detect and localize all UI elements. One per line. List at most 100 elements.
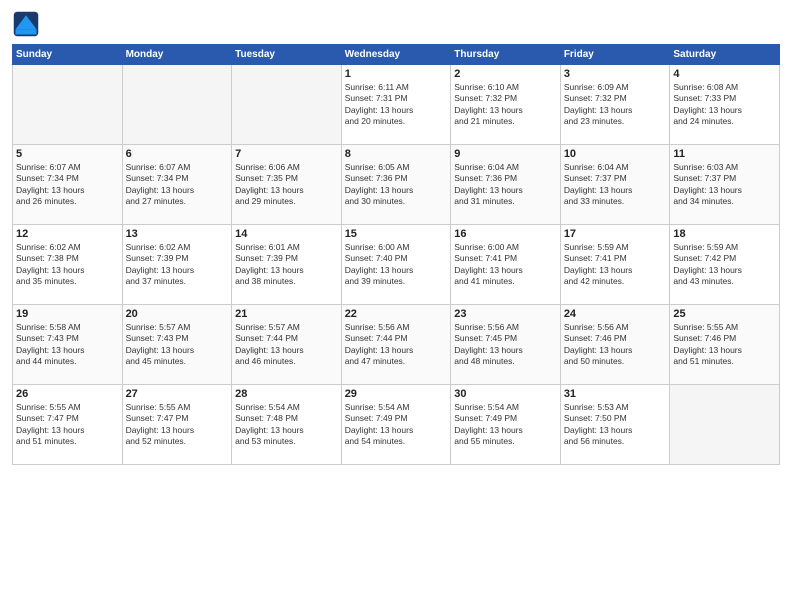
day-number: 11	[673, 148, 776, 160]
day-number: 4	[673, 68, 776, 80]
calendar-cell: 11 Sunrise: 6:03 AMSunset: 7:37 PMDayligh…	[670, 145, 780, 225]
calendar-cell: 23Sunrise: 5:56 AMSunset: 7:45 PMDayligh…	[451, 305, 561, 385]
day-info: Sunrise: 5:56 AMSunset: 7:44 PMDaylight:…	[345, 322, 448, 368]
calendar-cell: 27 Sunrise: 5:55 AMSunset: 7:47 PMDayligh…	[122, 385, 232, 465]
day-number: 7	[235, 148, 338, 160]
calendar-cell: 3 Sunrise: 6:09 AMSunset: 7:32 PMDaylight…	[560, 65, 670, 145]
calendar-cell: 21Sunrise: 5:57 AMSunset: 7:44 PMDayligh…	[232, 305, 342, 385]
day-number: 2	[454, 68, 557, 80]
calendar-cell: 20Sunrise: 5:57 AMSunset: 7:43 PMDayligh…	[122, 305, 232, 385]
calendar-cell	[122, 65, 232, 145]
day-info: Sunrise: 6:03 AMSunset: 7:37 PMDaylight:…	[673, 162, 776, 208]
calendar-cell: 2 Sunrise: 6:10 AMSunset: 7:32 PMDaylight…	[451, 65, 561, 145]
calendar-cell: 7 Sunrise: 6:06 AMSunset: 7:35 PMDaylight…	[232, 145, 342, 225]
day-number: 5	[16, 148, 119, 160]
day-info: Sunrise: 6:04 AMSunset: 7:37 PMDaylight:…	[564, 162, 667, 208]
calendar-cell: 25 Sunrise: 5:55 AMSunset: 7:46 PMDayligh…	[670, 305, 780, 385]
logo-icon	[12, 10, 40, 38]
calendar-cell	[232, 65, 342, 145]
day-info: Sunrise: 6:04 AMSunset: 7:36 PMDaylight:…	[454, 162, 557, 208]
day-number: 6	[126, 148, 229, 160]
day-number: 18	[673, 228, 776, 240]
day-number: 8	[345, 148, 448, 160]
calendar-cell: 28Sunrise: 5:54 AMSunset: 7:48 PMDayligh…	[232, 385, 342, 465]
day-info: Sunrise: 5:57 AMSunset: 7:44 PMDaylight:…	[235, 322, 338, 368]
day-info: Sunrise: 5:54 AMSunset: 7:49 PMDaylight:…	[345, 402, 448, 448]
weekday-header: Friday	[560, 45, 670, 65]
calendar-table: SundayMondayTuesdayWednesdayThursdayFrid…	[12, 44, 780, 465]
calendar-week-row: 19 Sunrise: 5:58 AMSunset: 7:43 PMDayligh…	[13, 305, 780, 385]
calendar-cell: 1 Sunrise: 6:11 AMSunset: 7:31 PMDaylight…	[341, 65, 451, 145]
day-number: 12	[16, 228, 119, 240]
day-info: Sunrise: 6:10 AMSunset: 7:32 PMDaylight:…	[454, 82, 557, 128]
day-number: 15	[345, 228, 448, 240]
day-number: 10	[564, 148, 667, 160]
day-info: Sunrise: 6:07 AMSunset: 7:34 PMDaylight:…	[126, 162, 229, 208]
calendar-week-row: 26Sunrise: 5:55 AMSunset: 7:47 PMDayligh…	[13, 385, 780, 465]
day-number: 9	[454, 148, 557, 160]
day-number: 27	[126, 388, 229, 400]
header	[12, 10, 780, 38]
calendar-cell: 22Sunrise: 5:56 AMSunset: 7:44 PMDayligh…	[341, 305, 451, 385]
day-info: Sunrise: 5:58 AMSunset: 7:43 PMDaylight:…	[16, 322, 119, 368]
day-number: 17	[564, 228, 667, 240]
calendar-cell: 12Sunrise: 6:02 AMSunset: 7:38 PMDayligh…	[13, 225, 123, 305]
day-number: 13	[126, 228, 229, 240]
day-number: 30	[454, 388, 557, 400]
page: SundayMondayTuesdayWednesdayThursdayFrid…	[0, 0, 792, 612]
calendar-cell: 18 Sunrise: 5:59 AMSunset: 7:42 PMDayligh…	[670, 225, 780, 305]
calendar-cell: 17 Sunrise: 5:59 AMSunset: 7:41 PMDayligh…	[560, 225, 670, 305]
day-number: 19	[16, 308, 119, 320]
weekday-header: Monday	[122, 45, 232, 65]
day-number: 23	[454, 308, 557, 320]
calendar-week-row: 5 Sunrise: 6:07 AMSunset: 7:34 PMDaylight…	[13, 145, 780, 225]
weekday-header: Thursday	[451, 45, 561, 65]
day-info: Sunrise: 5:54 AMSunset: 7:49 PMDaylight:…	[454, 402, 557, 448]
day-info: Sunrise: 5:55 AMSunset: 7:46 PMDaylight:…	[673, 322, 776, 368]
calendar-cell: 10 Sunrise: 6:04 AMSunset: 7:37 PMDayligh…	[560, 145, 670, 225]
day-info: Sunrise: 6:00 AMSunset: 7:41 PMDaylight:…	[454, 242, 557, 288]
day-info: Sunrise: 6:02 AMSunset: 7:39 PMDaylight:…	[126, 242, 229, 288]
calendar-cell: 8Sunrise: 6:05 AMSunset: 7:36 PMDaylight…	[341, 145, 451, 225]
calendar-cell: 24 Sunrise: 5:56 AMSunset: 7:46 PMDayligh…	[560, 305, 670, 385]
day-number: 28	[235, 388, 338, 400]
calendar-cell: 19 Sunrise: 5:58 AMSunset: 7:43 PMDayligh…	[13, 305, 123, 385]
weekday-header: Saturday	[670, 45, 780, 65]
day-number: 14	[235, 228, 338, 240]
weekday-header: Sunday	[13, 45, 123, 65]
weekday-header: Wednesday	[341, 45, 451, 65]
day-info: Sunrise: 6:00 AMSunset: 7:40 PMDaylight:…	[345, 242, 448, 288]
calendar-week-row: 1 Sunrise: 6:11 AMSunset: 7:31 PMDaylight…	[13, 65, 780, 145]
calendar-cell: 15 Sunrise: 6:00 AMSunset: 7:40 PMDayligh…	[341, 225, 451, 305]
calendar-cell: 30 Sunrise: 5:54 AMSunset: 7:49 PMDayligh…	[451, 385, 561, 465]
day-info: Sunrise: 6:11 AMSunset: 7:31 PMDaylight:…	[345, 82, 448, 128]
calendar-cell: 31 Sunrise: 5:53 AMSunset: 7:50 PMDayligh…	[560, 385, 670, 465]
day-info: Sunrise: 6:09 AMSunset: 7:32 PMDaylight:…	[564, 82, 667, 128]
calendar-cell: 6 Sunrise: 6:07 AMSunset: 7:34 PMDaylight…	[122, 145, 232, 225]
day-info: Sunrise: 5:53 AMSunset: 7:50 PMDaylight:…	[564, 402, 667, 448]
day-info: Sunrise: 5:59 AMSunset: 7:41 PMDaylight:…	[564, 242, 667, 288]
calendar-cell: 9 Sunrise: 6:04 AMSunset: 7:36 PMDaylight…	[451, 145, 561, 225]
day-info: Sunrise: 5:56 AMSunset: 7:46 PMDaylight:…	[564, 322, 667, 368]
calendar-cell: 4 Sunrise: 6:08 AMSunset: 7:33 PMDaylight…	[670, 65, 780, 145]
day-number: 3	[564, 68, 667, 80]
day-info: Sunrise: 6:01 AMSunset: 7:39 PMDaylight:…	[235, 242, 338, 288]
day-info: Sunrise: 5:57 AMSunset: 7:43 PMDaylight:…	[126, 322, 229, 368]
calendar-cell: 5Sunrise: 6:07 AMSunset: 7:34 PMDaylight…	[13, 145, 123, 225]
calendar-cell: 13 Sunrise: 6:02 AMSunset: 7:39 PMDayligh…	[122, 225, 232, 305]
calendar-cell: 14 Sunrise: 6:01 AMSunset: 7:39 PMDayligh…	[232, 225, 342, 305]
day-info: Sunrise: 5:55 AMSunset: 7:47 PMDaylight:…	[126, 402, 229, 448]
day-info: Sunrise: 5:59 AMSunset: 7:42 PMDaylight:…	[673, 242, 776, 288]
calendar-cell	[13, 65, 123, 145]
day-info: Sunrise: 6:08 AMSunset: 7:33 PMDaylight:…	[673, 82, 776, 128]
calendar-header-row: SundayMondayTuesdayWednesdayThursdayFrid…	[13, 45, 780, 65]
day-number: 1	[345, 68, 448, 80]
calendar-cell	[670, 385, 780, 465]
day-info: Sunrise: 5:55 AMSunset: 7:47 PMDaylight:…	[16, 402, 119, 448]
calendar-week-row: 12Sunrise: 6:02 AMSunset: 7:38 PMDayligh…	[13, 225, 780, 305]
weekday-header: Tuesday	[232, 45, 342, 65]
day-number: 25	[673, 308, 776, 320]
day-info: Sunrise: 6:06 AMSunset: 7:35 PMDaylight:…	[235, 162, 338, 208]
day-number: 31	[564, 388, 667, 400]
day-number: 24	[564, 308, 667, 320]
